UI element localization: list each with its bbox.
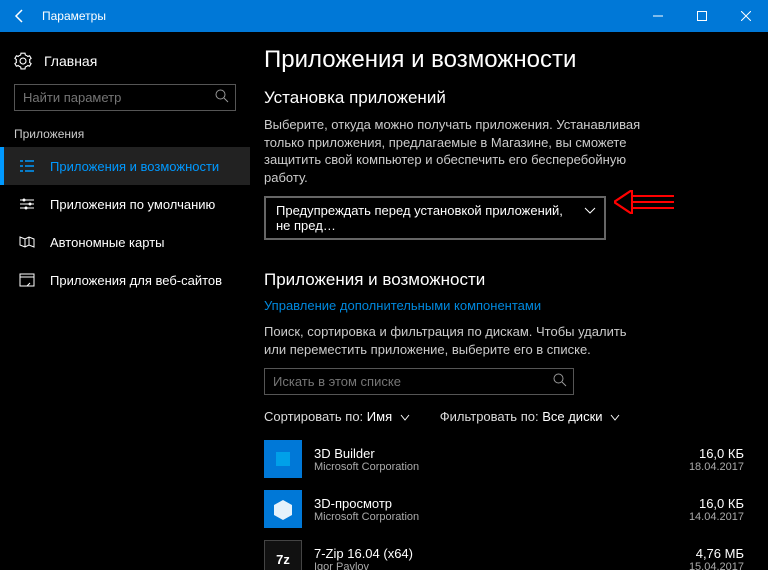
- close-button[interactable]: [724, 0, 768, 32]
- sidebar-item-label: Приложения для веб-сайтов: [50, 273, 222, 288]
- app-date: 18.04.2017: [689, 461, 744, 473]
- list-icon: [18, 157, 36, 175]
- app-publisher: Igor Pavlov: [314, 561, 677, 570]
- map-icon: [18, 233, 36, 251]
- sidebar: Главная Приложения Приложения и возможно…: [0, 32, 250, 570]
- apps-description: Поиск, сортировка и фильтрация по дискам…: [264, 323, 644, 358]
- app-row[interactable]: 7z 7-Zip 16.04 (x64)Igor Pavlov 4,76 МБ15.…: [264, 534, 744, 570]
- filter-value: Все диски: [542, 409, 602, 424]
- sliders-icon: [18, 195, 36, 213]
- app-row[interactable]: 3D BuilderMicrosoft Corporation 16,0 КБ18…: [264, 434, 744, 484]
- minimize-button[interactable]: [636, 0, 680, 32]
- gear-icon: [14, 52, 32, 70]
- app-publisher: Microsoft Corporation: [314, 461, 677, 473]
- maximize-icon: [697, 11, 707, 21]
- app-icon: [264, 440, 302, 478]
- maximize-button[interactable]: [680, 0, 724, 32]
- app-icon: 7z: [264, 540, 302, 570]
- app-icon: [264, 490, 302, 528]
- app-date: 15.04.2017: [689, 561, 744, 570]
- app-size: 4,76 МБ: [689, 546, 744, 561]
- optional-features-link[interactable]: Управление дополнительными компонентами: [264, 298, 541, 313]
- sidebar-item-default-apps[interactable]: Приложения по умолчанию: [0, 185, 250, 223]
- sidebar-group-label: Приложения: [0, 127, 250, 147]
- install-source-dropdown[interactable]: Предупреждать перед установкой приложени…: [264, 196, 606, 240]
- install-description: Выберите, откуда можно получать приложен…: [264, 116, 644, 186]
- chevron-down-icon: [400, 413, 410, 423]
- app-size: 16,0 КБ: [689, 496, 744, 511]
- sidebar-item-label: Приложения и возможности: [50, 159, 219, 174]
- arrow-left-icon: [12, 8, 28, 24]
- home-link[interactable]: Главная: [0, 46, 250, 80]
- sidebar-item-label: Приложения по умолчанию: [50, 197, 215, 212]
- chevron-down-icon: [584, 205, 596, 217]
- page-title: Приложения и возможности: [264, 46, 744, 74]
- sidebar-item-apps-features[interactable]: Приложения и возможности: [0, 147, 250, 185]
- titlebar: Параметры: [0, 0, 768, 32]
- sort-value: Имя: [367, 409, 392, 424]
- window-icon: [18, 271, 36, 289]
- app-row[interactable]: 3D-просмотрMicrosoft Corporation 16,0 КБ1…: [264, 484, 744, 534]
- minimize-icon: [653, 11, 663, 21]
- close-icon: [741, 11, 751, 21]
- home-label: Главная: [44, 53, 97, 69]
- settings-search-input[interactable]: [14, 84, 236, 111]
- apps-heading: Приложения и возможности: [264, 270, 744, 290]
- sidebar-item-web-apps[interactable]: Приложения для веб-сайтов: [0, 261, 250, 299]
- sort-label: Сортировать по:: [264, 409, 363, 424]
- app-date: 14.04.2017: [689, 511, 744, 523]
- filter-control[interactable]: Фильтровать по: Все диски: [440, 409, 620, 424]
- filter-label: Фильтровать по:: [440, 409, 539, 424]
- app-name: 3D-просмотр: [314, 496, 677, 511]
- chevron-down-icon: [610, 413, 620, 423]
- content: Приложения и возможности Установка прило…: [250, 32, 768, 570]
- dropdown-value: Предупреждать перед установкой приложени…: [276, 203, 563, 233]
- sidebar-item-label: Автономные карты: [50, 235, 165, 250]
- back-button[interactable]: [8, 4, 32, 28]
- app-name: 7-Zip 16.04 (x64): [314, 546, 677, 561]
- app-list-search-input[interactable]: [264, 368, 574, 395]
- install-heading: Установка приложений: [264, 88, 744, 108]
- sort-control[interactable]: Сортировать по: Имя: [264, 409, 410, 424]
- search-icon: [552, 372, 568, 388]
- sidebar-item-offline-maps[interactable]: Автономные карты: [0, 223, 250, 261]
- app-publisher: Microsoft Corporation: [314, 511, 677, 523]
- app-size: 16,0 КБ: [689, 446, 744, 461]
- window-title: Параметры: [42, 9, 106, 23]
- app-list: 3D BuilderMicrosoft Corporation16,0 КБ18…: [264, 434, 744, 570]
- search-icon: [214, 88, 230, 104]
- app-name: 3D Builder: [314, 446, 677, 461]
